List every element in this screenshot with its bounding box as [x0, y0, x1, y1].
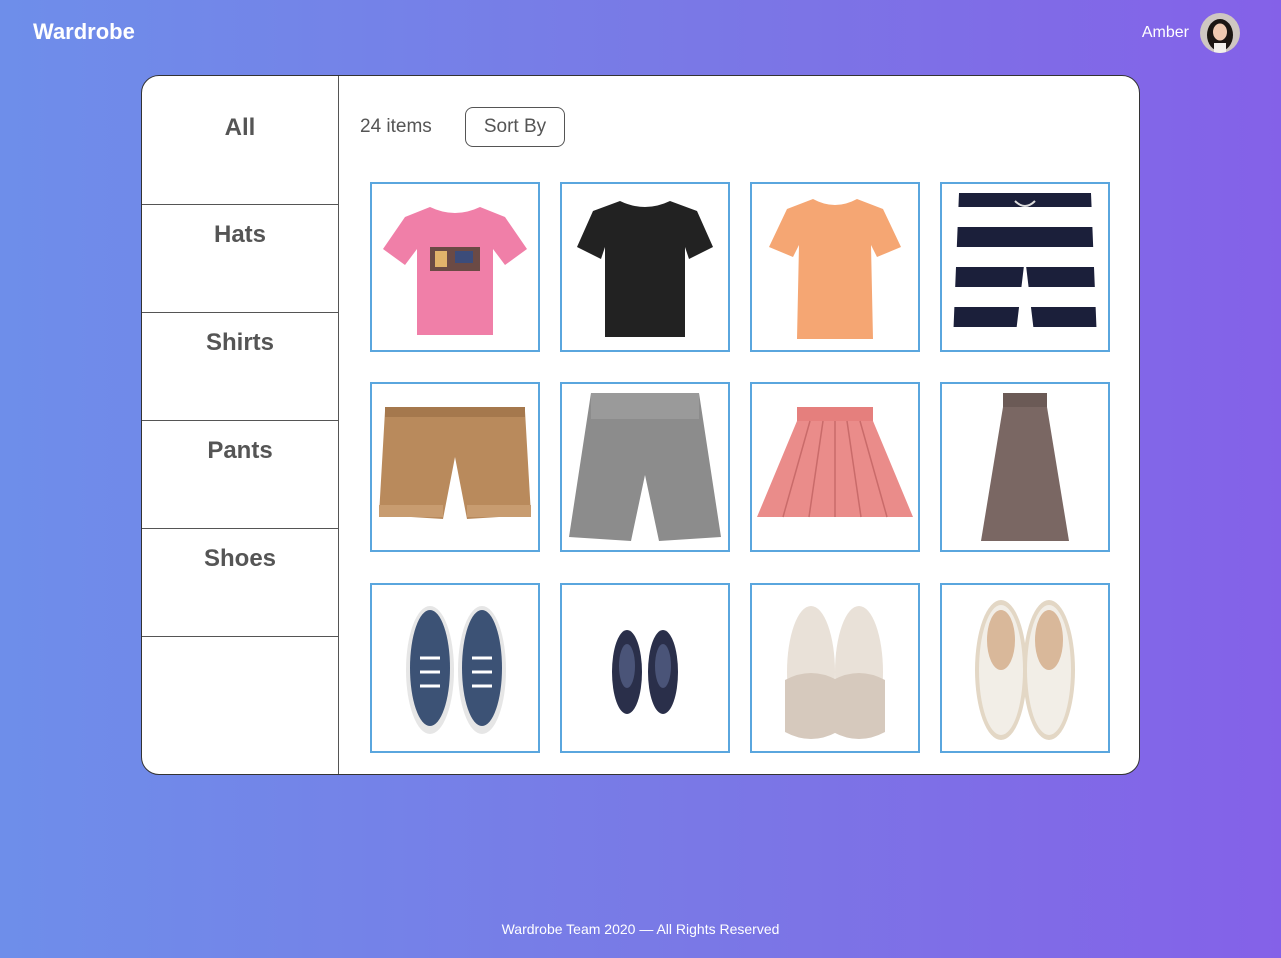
shorts-image [953, 193, 1097, 341]
category-pants[interactable]: Pants [142, 421, 338, 529]
tshirt-image [769, 199, 901, 339]
user-name[interactable]: Amber [1142, 24, 1189, 42]
item-tile-orange-tshirt[interactable] [750, 182, 920, 352]
item-tile-striped-shorts[interactable] [940, 182, 1110, 352]
category-hats[interactable]: Hats [142, 205, 338, 313]
category-all[interactable]: All [142, 76, 338, 205]
slides-image [785, 606, 885, 739]
shorts-image [379, 407, 531, 519]
app-brand[interactable]: Wardrobe [33, 19, 135, 45]
tshirt-image [577, 201, 713, 337]
running-shoes-image [612, 630, 678, 714]
category-shoes[interactable]: Shoes [142, 529, 338, 637]
item-tile-beige-slides[interactable] [750, 583, 920, 753]
item-tile-dark-running-shoes[interactable] [560, 583, 730, 753]
footer: Wardrobe Team 2020 — All Rights Reserved [501, 921, 780, 937]
items-area: 24 items Sort By [340, 76, 1139, 774]
skirt-image [757, 407, 913, 518]
category-shirts[interactable]: Shirts [142, 313, 338, 421]
skirt-image [981, 393, 1069, 541]
item-tile-pink-pleated-skirt[interactable] [750, 382, 920, 552]
item-tile-tan-denim-shorts[interactable] [370, 382, 540, 552]
item-tile-navy-sneakers[interactable] [370, 583, 540, 753]
top-bar: Wardrobe Amber [0, 0, 1281, 64]
item-count: 24 items [360, 116, 432, 137]
tshirt-image [383, 207, 527, 335]
item-tile-white-espadrilles[interactable] [940, 583, 1110, 753]
shorts-image [569, 393, 721, 541]
item-tile-pink-graphic-tshirt[interactable] [370, 182, 540, 352]
category-sidebar: All Hats Shirts Pants Shoes [142, 76, 339, 774]
avatar[interactable] [1200, 13, 1240, 53]
item-tile-brown-maxi-skirt[interactable] [940, 382, 1110, 552]
sneakers-image [406, 606, 506, 734]
user-menu[interactable]: Amber [1142, 13, 1240, 53]
item-tile-gray-shorts[interactable] [560, 382, 730, 552]
espadrilles-image [975, 600, 1075, 740]
item-tile-black-tshirt[interactable] [560, 182, 730, 352]
sort-by-button[interactable]: Sort By [465, 107, 565, 147]
wardrobe-panel: All Hats Shirts Pants Shoes 24 items Sor… [141, 75, 1140, 775]
